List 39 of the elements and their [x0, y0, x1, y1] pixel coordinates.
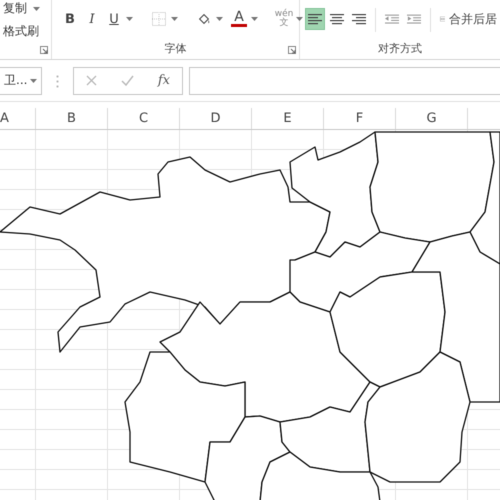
paint-bucket-icon — [197, 12, 211, 26]
align-left-button[interactable] — [305, 8, 325, 30]
dialog-launcher-icon[interactable] — [40, 46, 48, 54]
caret-icon[interactable] — [251, 17, 258, 21]
group-label: 字体 — [164, 41, 186, 57]
column-header[interactable]: A — [0, 108, 36, 129]
column-header[interactable]: D — [180, 108, 252, 129]
caret-icon[interactable] — [30, 78, 37, 82]
caret-icon[interactable] — [126, 17, 133, 21]
close-icon — [86, 75, 97, 86]
column-header[interactable]: F — [324, 108, 396, 129]
italic-button[interactable]: I — [82, 8, 102, 30]
caret-icon[interactable] — [216, 17, 223, 21]
group-label: 对齐方式 — [378, 41, 422, 57]
insert-function-button[interactable]: fx — [154, 73, 174, 88]
bold-button[interactable]: B — [60, 8, 80, 30]
align-center-icon — [330, 13, 344, 25]
formula-input[interactable] — [189, 66, 500, 94]
ribbon-command[interactable]: 复制 — [3, 0, 27, 17]
phonetic-guide-button[interactable]: wén 文 — [274, 8, 294, 30]
column-header[interactable]: C — [108, 108, 180, 129]
merge-center-button[interactable]: 合并后居 — [436, 8, 500, 30]
decrease-indent-icon — [384, 13, 399, 25]
column-header[interactable]: E — [252, 108, 324, 129]
caret-icon[interactable] — [296, 17, 303, 21]
caret-icon[interactable] — [171, 17, 178, 21]
borders-icon — [152, 12, 166, 26]
checkmark-icon — [120, 75, 134, 86]
align-left-icon — [308, 13, 322, 25]
underline-button[interactable]: U — [104, 8, 124, 30]
name-box[interactable]: 卫... — [0, 66, 42, 94]
caret-icon[interactable] — [33, 6, 40, 10]
column-header[interactable]: G — [396, 108, 468, 129]
increase-indent-icon — [406, 13, 421, 25]
dialog-launcher-icon[interactable] — [288, 46, 296, 54]
ribbon-command[interactable]: 格式刷 — [3, 23, 39, 40]
align-right-icon — [352, 13, 366, 25]
column-header[interactable]: B — [36, 108, 108, 129]
font-color-button[interactable]: A — [229, 8, 249, 30]
